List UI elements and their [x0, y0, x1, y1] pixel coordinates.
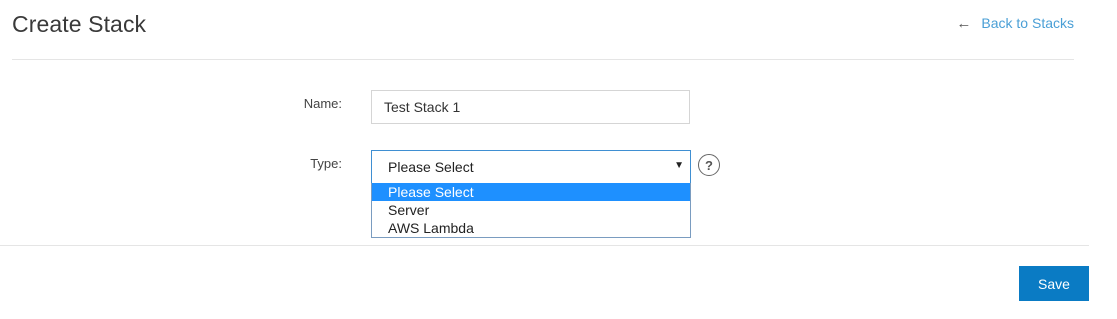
header-divider [12, 59, 1074, 60]
back-to-stacks-link[interactable]: ← Back to Stacks [956, 15, 1074, 31]
arrow-left-icon: ← [956, 14, 972, 32]
name-label: Name: [303, 96, 342, 111]
type-select[interactable]: Please Select ▼ [371, 150, 691, 184]
type-option-please-select[interactable]: Please Select [372, 183, 690, 201]
name-input[interactable] [371, 90, 690, 124]
type-option-server[interactable]: Server [372, 201, 690, 219]
back-link-label: Back to Stacks [981, 15, 1074, 31]
type-select-value: Please Select [388, 159, 474, 175]
type-label: Type: [310, 156, 342, 171]
chevron-down-icon: ▼ [674, 160, 684, 171]
save-button[interactable]: Save [1019, 266, 1089, 301]
footer-divider [0, 245, 1089, 246]
type-dropdown-list: Please Select Server AWS Lambda [371, 183, 691, 238]
question-circle-icon[interactable]: ? [698, 154, 720, 176]
type-option-aws-lambda[interactable]: AWS Lambda [372, 219, 690, 237]
page-title: Create Stack [12, 11, 147, 37]
